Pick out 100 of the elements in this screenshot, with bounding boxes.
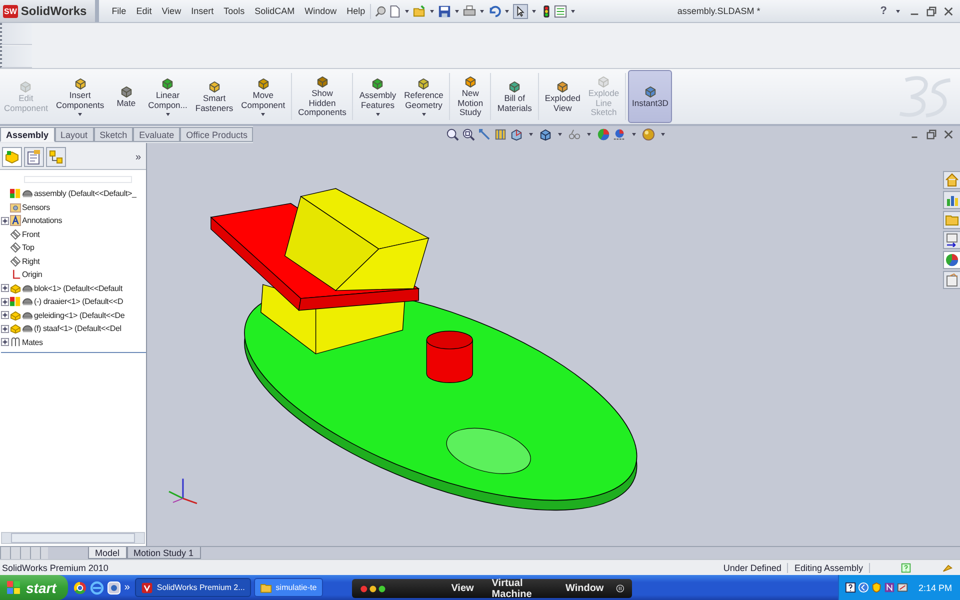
command-button[interactable]: Exploded View	[540, 69, 584, 124]
tree-item[interactable]: Top	[22, 243, 34, 252]
network-icon[interactable]	[897, 582, 908, 593]
tab[interactable]: Evaluate	[133, 127, 180, 142]
tab[interactable]: Model	[88, 547, 127, 559]
taskbar-button[interactable]: SolidWorks Premium 2...	[134, 578, 251, 597]
tree-item[interactable]: (f) staaf<1> (Default<<Del	[34, 324, 122, 334]
toolbar-handle[interactable]	[0, 46, 32, 68]
tab[interactable]: Sketch	[94, 127, 134, 142]
tree-item[interactable]: Mates	[22, 338, 43, 347]
display-style-icon[interactable]	[539, 128, 552, 141]
menu-item[interactable]: View	[156, 6, 186, 16]
command-button[interactable]: Instant3D	[628, 70, 672, 123]
configuration-tab-icon[interactable]	[46, 147, 66, 167]
expand-panel-button[interactable]: »	[135, 152, 144, 162]
command-button[interactable]: Assembly Features	[355, 69, 400, 124]
clipboard-icon[interactable]	[943, 271, 960, 289]
feature-tree-tab-icon[interactable]	[2, 147, 22, 167]
scene-icon[interactable]	[613, 128, 626, 141]
printer-icon[interactable]	[463, 4, 476, 18]
horizontal-scrollbar[interactable]	[1, 532, 145, 544]
options-icon[interactable]	[554, 4, 568, 18]
view-orientation-icon[interactable]	[510, 128, 524, 141]
panel-splitter-handle[interactable]	[147, 143, 149, 546]
window-buttons-icon[interactable]	[360, 584, 388, 594]
new-document-icon[interactable]	[388, 4, 402, 18]
menu-item[interactable]: Window	[300, 6, 342, 16]
tree-item[interactable]: blok<1> (Default<<Default	[34, 284, 122, 293]
command-button[interactable]: Bill of Materials	[493, 69, 536, 124]
zoom-area-icon[interactable]	[462, 128, 476, 141]
menu-item[interactable]: File	[106, 6, 132, 16]
house-icon[interactable]	[943, 171, 960, 189]
help-button[interactable]: ?	[880, 5, 887, 17]
command-button[interactable]: Linear Compon...	[144, 69, 192, 124]
tab[interactable]: Assembly	[0, 127, 55, 142]
media-icon[interactable]	[107, 580, 122, 594]
command-button[interactable]: Mate	[108, 69, 144, 124]
undo-icon[interactable]	[488, 4, 502, 18]
tree-item[interactable]: Origin	[22, 270, 42, 280]
command-button[interactable]: Move Component	[237, 69, 290, 124]
sphere-icon[interactable]	[642, 128, 656, 141]
dome-icon	[22, 310, 33, 321]
property-tab-icon[interactable]	[24, 147, 44, 167]
save-icon[interactable]	[438, 4, 452, 18]
cube-icon	[644, 84, 657, 98]
tree-item[interactable]: Sensors	[22, 202, 50, 212]
tree-item[interactable]: assembly (Default<<Default>_	[34, 189, 136, 198]
menu-item[interactable]: Edit	[131, 6, 157, 16]
bar-chart-icon[interactable]	[943, 191, 960, 209]
tab[interactable]: Motion Study 1	[126, 547, 201, 559]
pointer-icon[interactable]	[513, 4, 528, 18]
expand-toggle[interactable]	[1, 324, 9, 333]
toolbar-handle[interactable]	[0, 23, 32, 45]
close-icon[interactable]	[943, 129, 954, 140]
shield-icon[interactable]	[871, 582, 882, 593]
pause-icon[interactable]	[616, 583, 624, 594]
tree-item[interactable]: Front	[22, 230, 40, 239]
tree-item[interactable]: Annotations	[22, 216, 62, 226]
transfer-icon[interactable]	[943, 231, 960, 249]
menu-item[interactable]: Tools	[218, 6, 250, 16]
menu-item[interactable]: Help	[342, 6, 370, 16]
menu-item[interactable]: View	[451, 583, 474, 594]
tab[interactable]: Office Products	[180, 127, 254, 142]
expand-toggle[interactable]	[1, 338, 9, 346]
folder-icon[interactable]	[413, 4, 426, 18]
menu-item[interactable]: Window	[565, 583, 604, 594]
expand-toggle[interactable]	[1, 311, 9, 320]
command-button[interactable]: Show Hidden Components	[294, 69, 350, 124]
command-button[interactable]: Smart Fasteners	[191, 69, 238, 124]
restore-icon[interactable]	[926, 6, 937, 16]
expand-toggle[interactable]	[1, 298, 9, 306]
filter-field[interactable]	[24, 176, 132, 183]
browser-icon[interactable]	[73, 580, 88, 594]
appearance-ball-icon[interactable]	[943, 251, 960, 269]
command-button[interactable]: Insert Components	[52, 69, 108, 124]
restore-icon[interactable]	[926, 129, 937, 140]
command-button[interactable]: New Motion Study	[452, 69, 488, 124]
zoom-fit-icon[interactable]	[446, 128, 460, 141]
notebook-icon[interactable]	[884, 582, 896, 593]
glasses-icon[interactable]	[568, 128, 582, 141]
appearance-ball-icon[interactable]	[597, 128, 610, 141]
tab[interactable]: Layout	[54, 127, 94, 142]
help-icon[interactable]	[845, 582, 856, 593]
menu-item[interactable]: Virtual Machine	[492, 578, 548, 600]
menu-item[interactable]: SolidCAM	[250, 6, 300, 16]
command-button[interactable]: Reference Geometry	[400, 69, 448, 124]
expand-toggle[interactable]	[1, 216, 9, 225]
section-view-icon[interactable]	[494, 128, 508, 141]
expand-toggle[interactable]	[1, 284, 9, 292]
logo-badge: SW	[3, 4, 18, 18]
arrow-circle-icon[interactable]	[858, 582, 870, 593]
taskbar-button[interactable]: simulatie-te	[254, 578, 323, 597]
more-button[interactable]: »	[124, 582, 130, 593]
app-logo[interactable]: SW SolidWorks	[0, 0, 99, 22]
browser-icon[interactable]	[90, 580, 104, 594]
menu-item[interactable]: Insert	[186, 6, 219, 16]
tree-item[interactable]: (-) draaier<1> (Default<<D	[34, 297, 124, 306]
tree-item[interactable]: geleiding<1> (Default<<De	[34, 310, 125, 320]
close-icon[interactable]	[943, 6, 954, 16]
tree-item[interactable]: Right	[22, 256, 40, 266]
